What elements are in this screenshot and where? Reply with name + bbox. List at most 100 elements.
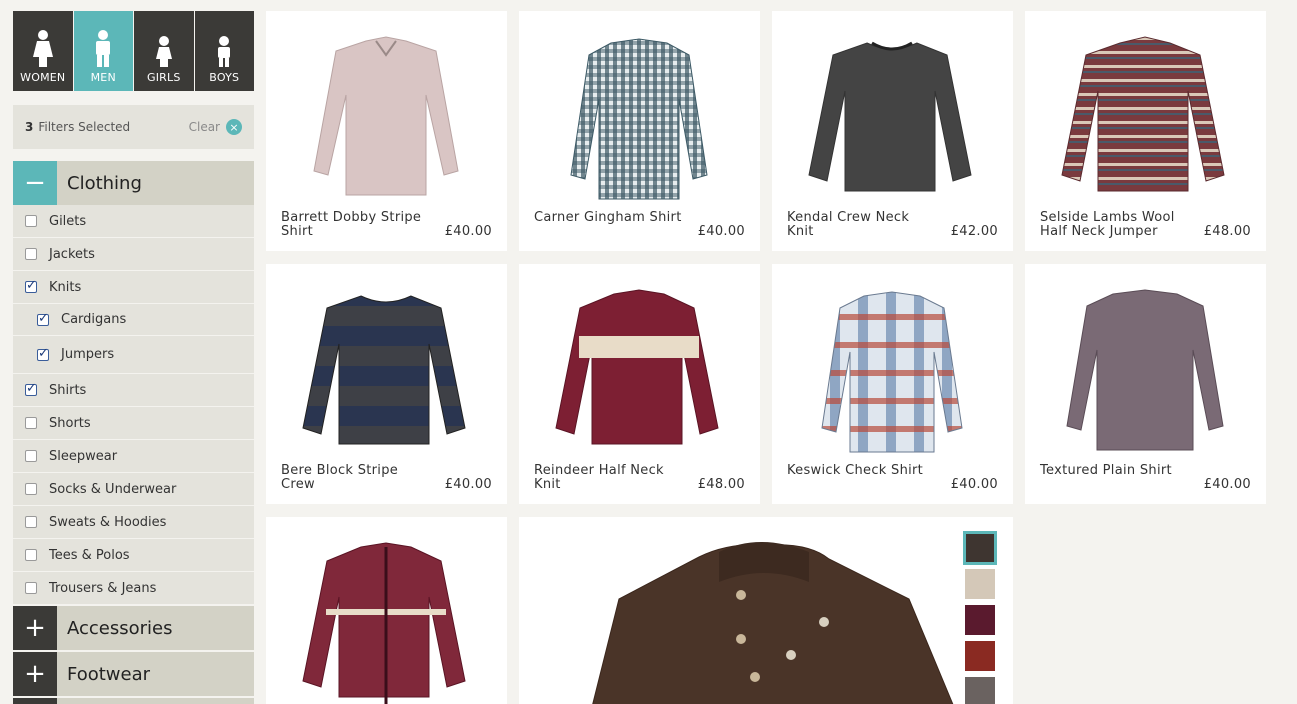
filter-label: Shorts xyxy=(49,415,91,431)
tab-label: MEN xyxy=(90,71,116,84)
checkbox[interactable] xyxy=(37,346,49,361)
tab-label: WOMEN xyxy=(20,71,66,84)
filter-label: Jumpers xyxy=(61,347,115,362)
filter-label: Tees & Polos xyxy=(49,547,130,563)
collapse-icon[interactable]: − xyxy=(13,161,57,205)
woman-icon xyxy=(32,30,53,67)
clear-icon[interactable]: × xyxy=(226,119,242,135)
sweater-image xyxy=(808,41,972,192)
product-name: Kendal Crew Neck Knit xyxy=(787,210,910,239)
clear-filters-button[interactable]: Clear xyxy=(189,120,220,134)
checkbox[interactable] xyxy=(25,483,37,495)
expand-icon[interactable]: + xyxy=(13,652,57,696)
product-price: £40.00 xyxy=(697,224,745,239)
filter-label: Sleepwear xyxy=(49,448,118,464)
product-name: Reindeer Half Neck Knit xyxy=(534,463,664,492)
product-card[interactable]: Bere Block Stripe Crew £40.00 xyxy=(266,264,507,504)
sweater-image xyxy=(302,295,466,445)
category-label: Footwear xyxy=(67,663,151,685)
filter-cardigans[interactable]: Cardigans xyxy=(13,304,254,336)
shirt-image xyxy=(1066,289,1224,451)
product-name: Barrett Dobby Stripe Shirt xyxy=(281,210,422,239)
product-card[interactable]: Barrett Dobby Stripe Shirt £40.00 xyxy=(266,11,507,251)
checkbox[interactable] xyxy=(25,417,37,429)
product-card[interactable]: Selside Lambs Wool Half Neck Jumper £48.… xyxy=(1025,11,1266,251)
product-name: Carner Gingham Shirt xyxy=(534,210,682,225)
filter-sweats-hoodies[interactable]: Sweats & Hoodies xyxy=(13,506,254,539)
filter-count: 3 xyxy=(25,120,34,134)
category-next[interactable] xyxy=(13,698,254,704)
category-accessories[interactable]: + Accessories xyxy=(13,606,254,650)
boy-icon xyxy=(218,36,231,67)
product-card[interactable]: Textured Plain Shirt £40.00 xyxy=(1025,264,1266,504)
expand-icon[interactable] xyxy=(13,698,57,704)
tab-label: BOYS xyxy=(209,71,240,84)
checkbox[interactable] xyxy=(25,278,37,293)
girl-icon xyxy=(155,36,172,67)
cardigan-image xyxy=(302,542,466,704)
product-card[interactable] xyxy=(266,517,507,704)
filter-shorts[interactable]: Shorts xyxy=(13,407,254,440)
checkbox[interactable] xyxy=(25,215,37,227)
filter-gilets[interactable]: Gilets xyxy=(13,205,254,238)
category-footwear[interactable]: + Footwear xyxy=(13,652,254,696)
checkbox[interactable] xyxy=(25,450,37,462)
expand-icon[interactable]: + xyxy=(13,606,57,650)
tab-label: GIRLS xyxy=(146,71,181,84)
featured-product[interactable] xyxy=(519,517,1013,704)
color-swatch[interactable] xyxy=(963,603,997,637)
sweater-image xyxy=(1061,36,1225,192)
filter-jackets[interactable]: Jackets xyxy=(13,238,254,271)
product-price: £40.00 xyxy=(444,477,492,492)
product-name: Selside Lambs Wool Half Neck Jumper xyxy=(1040,210,1175,239)
filter-label: Gilets xyxy=(49,213,87,229)
tab-girls[interactable]: GIRLS xyxy=(134,11,194,91)
shirt-image xyxy=(570,38,708,200)
tab-women[interactable]: WOMEN xyxy=(13,11,73,91)
filter-trousers-jeans[interactable]: Trousers & Jeans xyxy=(13,572,254,605)
filter-tees-polos[interactable]: Tees & Polos xyxy=(13,539,254,572)
shirt-image xyxy=(313,36,459,196)
product-price: £48.00 xyxy=(697,477,745,492)
filter-label: Knits xyxy=(49,279,82,295)
product-card[interactable]: Keswick Check Shirt £40.00 xyxy=(772,264,1013,504)
filter-label: Socks & Underwear xyxy=(49,481,177,497)
color-swatch[interactable] xyxy=(963,675,997,704)
checkbox[interactable] xyxy=(25,516,37,528)
category-clothing[interactable]: − Clothing xyxy=(13,161,254,205)
product-price: £40.00 xyxy=(1203,477,1251,492)
color-swatch[interactable] xyxy=(963,531,997,565)
color-swatch[interactable] xyxy=(963,567,997,601)
filter-socks-underwear[interactable]: Socks & Underwear xyxy=(13,473,254,506)
product-card[interactable]: Carner Gingham Shirt £40.00 xyxy=(519,11,760,251)
product-price: £48.00 xyxy=(1203,224,1251,239)
filter-shirts[interactable]: Shirts xyxy=(13,374,254,407)
checkbox[interactable] xyxy=(37,311,49,326)
color-swatch[interactable] xyxy=(963,639,997,673)
checkbox[interactable] xyxy=(25,549,37,561)
filter-label: Trousers & Jeans xyxy=(49,580,157,596)
category-label: Accessories xyxy=(67,617,173,639)
product-card[interactable]: Kendal Crew Neck Knit £42.00 xyxy=(772,11,1013,251)
checkbox[interactable] xyxy=(25,381,37,396)
filter-sleepwear[interactable]: Sleepwear xyxy=(13,440,254,473)
product-card[interactable]: Reindeer Half Neck Knit £48.00 xyxy=(519,264,760,504)
filter-label: Sweats & Hoodies xyxy=(49,514,167,530)
product-name: Bere Block Stripe Crew xyxy=(281,463,399,492)
checkbox[interactable] xyxy=(25,582,37,594)
product-name: Keswick Check Shirt xyxy=(787,463,924,478)
featured-sweater-image xyxy=(592,542,954,704)
filter-knits[interactable]: Knits xyxy=(13,271,254,304)
color-swatches xyxy=(963,531,997,704)
tab-men[interactable]: MEN xyxy=(73,11,133,91)
sweater-image xyxy=(555,289,719,445)
product-price: £40.00 xyxy=(444,224,492,239)
filter-label: Cardigans xyxy=(61,312,127,327)
filters-summary: 3 Filters Selected Clear × xyxy=(13,105,254,149)
category-label: Clothing xyxy=(67,172,142,194)
checkbox[interactable] xyxy=(25,248,37,260)
tab-boys[interactable]: BOYS xyxy=(194,11,254,91)
man-icon xyxy=(96,30,111,67)
filter-jumpers[interactable]: Jumpers xyxy=(13,336,254,374)
gender-tabs: WOMEN MEN GIRLS BOYS xyxy=(13,11,254,91)
